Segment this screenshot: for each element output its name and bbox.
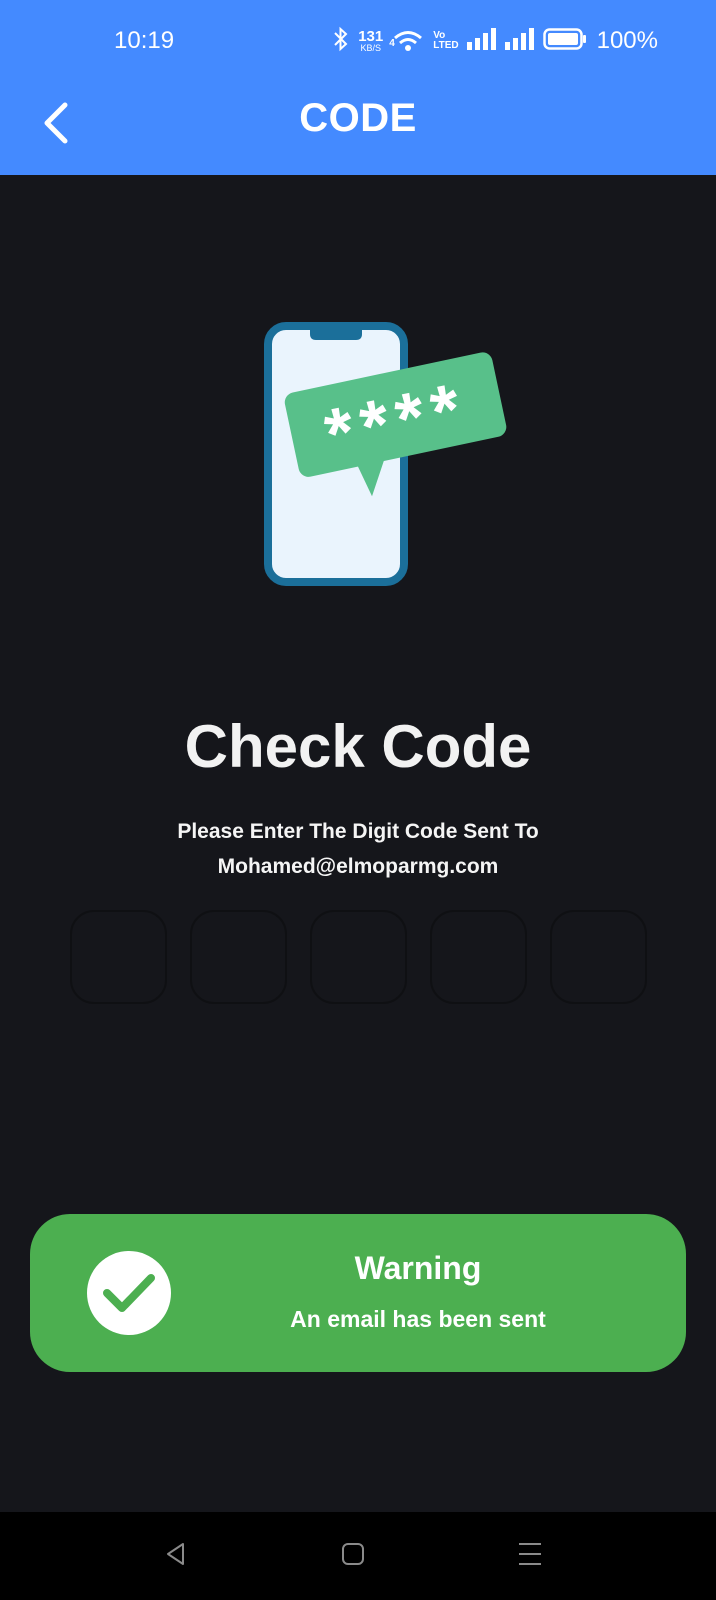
bluetooth-icon — [332, 26, 350, 57]
subtitle-email: Mohamed@elmoparmg.com — [217, 855, 499, 878]
toast-message: An email has been sent — [290, 1306, 546, 1332]
battery-icon — [542, 27, 587, 56]
toast-notification[interactable]: Warning An email has been sent — [30, 1214, 686, 1372]
phone-code-illustration: **** — [264, 322, 514, 592]
menu-lines-icon — [517, 1541, 543, 1572]
code-digit-3[interactable] — [310, 910, 407, 1004]
signal-icon — [504, 27, 535, 55]
nav-menu-button[interactable] — [500, 1534, 560, 1578]
status-icons: 131 KB/S 4 Vo LTED 100% — [332, 24, 658, 58]
volte-bottom: LTED — [433, 40, 459, 51]
net-speed-unit: KB/S — [360, 43, 381, 53]
net-speed: 131 KB/S — [358, 29, 383, 53]
heading: Check Code — [184, 713, 532, 780]
code-digit-4[interactable] — [430, 910, 527, 1004]
code-digit-2[interactable] — [190, 910, 287, 1004]
battery-percent: 100% — [596, 27, 658, 54]
signal-icon — [466, 27, 497, 55]
volte-indicator: Vo LTED — [433, 31, 458, 51]
wifi-gen-label: 4 — [389, 38, 395, 49]
back-triangle-icon — [163, 1541, 189, 1572]
subtitle-line-1: Please Enter The Digit Code Sent To — [177, 820, 539, 843]
toast-title: Warning — [354, 1250, 482, 1286]
app-bar: CODE — [0, 80, 716, 175]
code-digit-1[interactable] — [70, 910, 167, 1004]
home-square-icon — [340, 1541, 366, 1572]
page-title: CODE — [299, 96, 417, 140]
nav-home-button[interactable] — [323, 1534, 383, 1578]
code-input-group — [70, 910, 647, 1004]
subtitle: Please Enter The Digit Code Sent To Moha… — [0, 814, 716, 884]
nav-back-button[interactable] — [146, 1534, 206, 1578]
wifi-icon: 4 — [389, 28, 425, 54]
status-bar: 10:19 131 KB/S 4 Vo LTED 100% — [0, 0, 716, 80]
system-nav-bar — [0, 1512, 716, 1600]
net-speed-value: 131 — [358, 28, 384, 45]
status-time: 10:19 — [114, 27, 175, 54]
code-digit-5[interactable] — [550, 910, 647, 1004]
